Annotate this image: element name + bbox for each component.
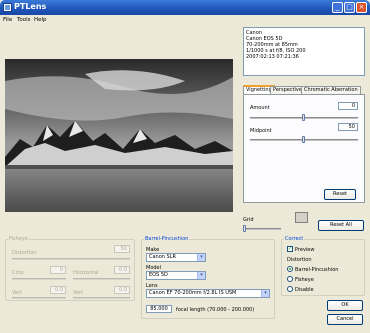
grid-slider[interactable]	[243, 228, 281, 230]
radio-disable[interactable]	[287, 286, 293, 292]
fisheye-vert2-slider	[73, 297, 130, 299]
cancel-button[interactable]: Cancel	[327, 314, 363, 325]
window-title: PTLens	[14, 2, 47, 11]
fisheye-vert2-label: Vert	[73, 290, 84, 296]
fisheye-horizontal-label: Horizontal	[73, 270, 99, 276]
chevron-down-icon[interactable]: ▾	[197, 254, 205, 261]
close-button[interactable]: ×	[356, 2, 367, 13]
midpoint-label: Midpoint	[250, 128, 272, 134]
image-info: Canon Canon EOS 5D 70-200mm at 85mm 1/10…	[243, 27, 365, 76]
reset-button[interactable]: Reset	[324, 189, 356, 200]
amount-label: Amount	[250, 105, 270, 111]
focal-length-label: focal length (70.000 - 200.000)	[176, 307, 255, 313]
grid-label: Grid	[243, 217, 254, 223]
fisheye-distortion-input: 50	[114, 245, 130, 253]
fisheye-crop-input: 0	[50, 266, 66, 274]
make-select-value: Canon SLR	[149, 254, 176, 260]
menu-bar: File Tools Help	[0, 15, 370, 26]
grid-color-swatch[interactable]	[295, 212, 308, 223]
radio-barrel-pincushion-label: Barrel-Pincushion	[295, 267, 339, 273]
fisheye-distortion-slider	[12, 258, 130, 260]
image-preview	[5, 59, 233, 212]
fisheye-horizontal-slider	[73, 278, 130, 280]
lens-select[interactable]: Canon EF 70-200mm f/2.8L IS USM ▾	[146, 289, 270, 298]
vignetting-panel: Amount 0 Midpoint 50 Reset	[243, 94, 365, 203]
grid-slider-thumb[interactable]	[243, 225, 246, 232]
model-select-value: EOS 5D	[149, 272, 168, 278]
fisheye-crop-label: Crop	[12, 270, 24, 276]
amount-slider-thumb[interactable]	[302, 114, 305, 121]
radio-fisheye[interactable]	[287, 276, 293, 282]
fisheye-vert2-input: 0.0	[114, 286, 130, 294]
amount-input[interactable]: 0	[338, 102, 358, 110]
midpoint-input[interactable]: 50	[338, 123, 358, 131]
preview-checkbox[interactable]: ✓	[287, 246, 293, 252]
chevron-down-icon[interactable]: ▾	[261, 290, 269, 297]
midpoint-slider-thumb[interactable]	[302, 136, 305, 143]
title-bar: PTLens _ □ ×	[0, 0, 370, 15]
fisheye-crop-slider	[12, 278, 66, 280]
lens-select-value: Canon EF 70-200mm f/2.8L IS USM	[149, 290, 237, 296]
radio-fisheye-label: Fisheye	[295, 277, 314, 283]
maximize-button[interactable]: □	[344, 2, 355, 13]
preview-label: Preview	[295, 247, 315, 253]
ok-button[interactable]: OK	[327, 300, 363, 311]
distortion-label: Distortion	[287, 257, 312, 263]
menu-file[interactable]: File	[3, 17, 12, 23]
fisheye-vert-input: 0.0	[50, 286, 66, 294]
barrel-group-title: Barrel-Pincushion	[144, 236, 190, 242]
info-line: 2007:02:13 07:21:36	[246, 54, 299, 60]
menu-help[interactable]: Help	[34, 17, 47, 23]
radio-disable-label: Disable	[295, 287, 314, 293]
fisheye-vert-slider	[12, 297, 66, 299]
fisheye-horizontal-input: 0.0	[114, 266, 130, 274]
correct-group-title: Correct	[284, 236, 305, 242]
make-select[interactable]: Canon SLR ▾	[146, 253, 206, 262]
menu-tools[interactable]: Tools	[17, 17, 31, 23]
minimize-button[interactable]: _	[332, 2, 343, 13]
app-icon	[3, 3, 12, 12]
fisheye-vert-label: Vert	[12, 290, 23, 296]
model-select[interactable]: EOS 5D ▾	[146, 271, 206, 280]
reset-all-button[interactable]: Reset All	[318, 220, 364, 231]
chevron-down-icon[interactable]: ▾	[197, 272, 205, 279]
radio-barrel-pincushion[interactable]	[287, 266, 293, 272]
focal-length-input[interactable]: 85.000	[146, 305, 172, 313]
fisheye-group-title: Fisheye	[8, 236, 29, 242]
fisheye-distortion-label: Distortion	[12, 250, 37, 256]
